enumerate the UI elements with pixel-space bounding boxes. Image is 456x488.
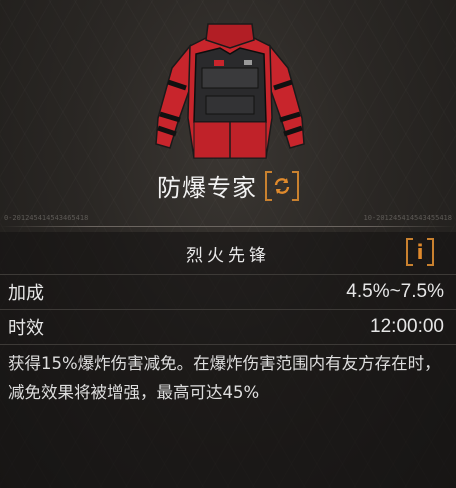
stat-row-duration: 时效 12:00:00 bbox=[0, 309, 456, 344]
stat-label: 时效 bbox=[8, 318, 44, 339]
skill-section: 烈火先锋 i 加成 4.5%~7.5% 时效 12:00:00 获得15%爆炸伤… bbox=[0, 232, 456, 488]
skill-name: 烈火先锋 bbox=[186, 245, 270, 266]
stat-value: 12:00:00 bbox=[370, 316, 444, 337]
item-name: 防爆专家 bbox=[157, 174, 257, 202]
switch-item-button[interactable] bbox=[265, 170, 299, 201]
item-detail-panel: 防爆专家 0-201245414543465418 10-20124541454… bbox=[0, 0, 456, 488]
item-title-row: 防爆专家 bbox=[0, 168, 456, 203]
serial-right: 10-201245414543455418 bbox=[363, 214, 452, 222]
skill-description: 获得15%爆炸伤害减免。在爆炸伤害范围内有友方存在时，减免效果将被增强，最高可达… bbox=[0, 344, 456, 407]
refresh-cycle-icon bbox=[274, 177, 290, 194]
stat-row-bonus: 加成 4.5%~7.5% bbox=[0, 274, 456, 309]
stat-value: 4.5%~7.5% bbox=[346, 281, 444, 302]
stat-label: 加成 bbox=[8, 283, 44, 304]
info-button[interactable]: i bbox=[406, 238, 434, 266]
skill-header: 烈火先锋 i bbox=[0, 232, 456, 274]
jacket-image bbox=[155, 23, 305, 159]
serial-left: 0-201245414543465418 bbox=[4, 214, 89, 222]
info-icon: i bbox=[416, 240, 424, 264]
divider bbox=[0, 226, 456, 227]
